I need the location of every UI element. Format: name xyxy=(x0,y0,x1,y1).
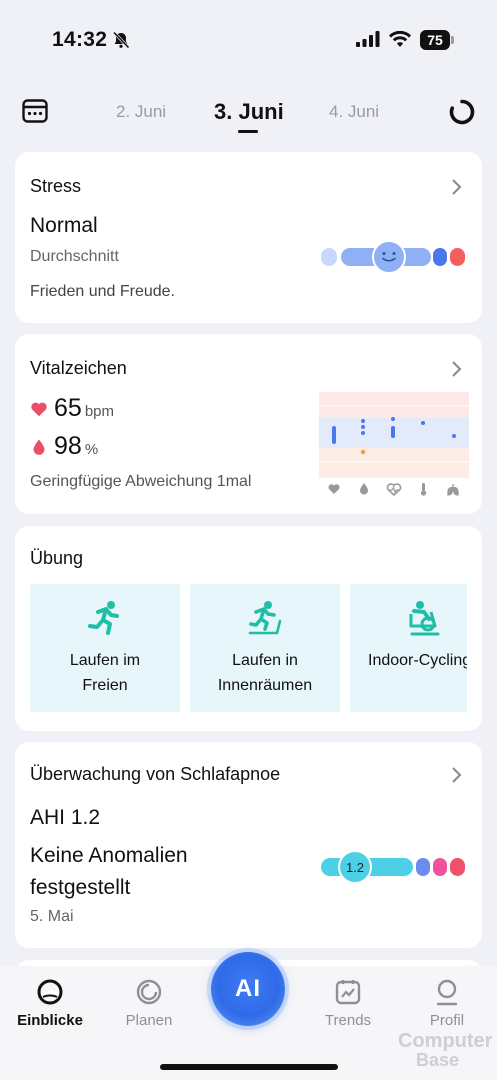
ai-label: AI xyxy=(235,975,261,1002)
vitals-point xyxy=(452,434,456,438)
heart-icon xyxy=(31,402,47,417)
vitals-point xyxy=(421,421,425,425)
stress-card[interactable]: Stress Normal Durchschnitt Frieden und F… xyxy=(15,152,482,323)
trends-icon xyxy=(335,980,361,1005)
sleep-apnea-title: Überwachung von Schlafapnoe xyxy=(30,764,281,784)
exercise-tile-indoor-cycling[interactable]: Indoor-Cycling xyxy=(350,584,467,712)
cellular-signal-icon xyxy=(356,31,380,47)
bell-muted-icon xyxy=(112,31,130,49)
stress-subtitle: Durchschnitt xyxy=(30,248,119,265)
tab-label: Trends xyxy=(324,1012,372,1029)
stress-description: Frieden und Freude. xyxy=(30,283,175,300)
apnea-date: 5. Mai xyxy=(30,908,74,925)
date-prev[interactable]: 2. Juni xyxy=(116,102,166,122)
sleep-apnea-card[interactable]: Überwachung von Schlafapnoe AHI 1.2 Kein… xyxy=(15,742,482,948)
battery-indicator: 75 xyxy=(420,30,454,50)
sync-icon[interactable] xyxy=(448,98,476,126)
watermark-line2: Base xyxy=(416,1050,460,1070)
vitals-point xyxy=(391,426,395,438)
vitals-title: Vitalzeichen xyxy=(30,358,127,378)
vitals-card[interactable]: Vitalzeichen 65 bpm 98 % Geringfügige Ab… xyxy=(15,334,482,514)
running-outdoor-icon xyxy=(88,601,119,635)
exercise-label: Laufen in Innenräumen xyxy=(217,652,313,694)
date-navigation: 2. Juni 3. Juni 4. Juni xyxy=(0,90,497,140)
vitals-point xyxy=(391,417,395,421)
exercise-title: Übung xyxy=(30,548,84,568)
profile-icon xyxy=(436,979,458,1006)
apnea-marker-label: 1.2 xyxy=(346,860,364,875)
tab-trends[interactable]: Trends xyxy=(308,978,388,1032)
chevron-right-icon[interactable] xyxy=(450,178,462,196)
spo2-row: 98 % xyxy=(30,432,98,462)
exercise-tile-treadmill[interactable]: Laufen in Innenräumen xyxy=(190,584,340,712)
indoor-cycling-icon xyxy=(409,601,440,636)
stress-scale-high xyxy=(450,248,465,266)
spo2-value: 98 xyxy=(54,432,82,460)
insights-icon xyxy=(37,979,63,1005)
stress-scale-medium xyxy=(433,248,447,266)
spo2-unit: % xyxy=(84,441,99,458)
vitals-point xyxy=(361,431,365,435)
drop-icon xyxy=(360,483,368,495)
plan-icon xyxy=(136,979,162,1005)
stress-level: Normal xyxy=(30,214,98,237)
battery-cap xyxy=(451,36,454,44)
date-current-indicator xyxy=(238,130,258,133)
apnea-scale-mild xyxy=(416,858,430,876)
vitals-note: Geringfügige Abweichung 1mal xyxy=(30,473,252,490)
ai-assistant-button[interactable]: AI xyxy=(211,952,285,1026)
exercise-label: Indoor-Cycling xyxy=(368,652,467,669)
tab-label: Planen xyxy=(125,1012,173,1029)
vitals-point xyxy=(361,419,365,423)
vitals-mini-chart xyxy=(319,392,469,497)
heart-rate-row: 65 bpm xyxy=(30,394,114,424)
chevron-right-icon[interactable] xyxy=(450,766,462,784)
apnea-scale-severe xyxy=(450,858,465,876)
thermometer-icon xyxy=(422,483,425,491)
status-bar: 14:32 75 xyxy=(0,0,497,80)
heart-rate-value: 65 xyxy=(54,394,82,422)
blood-drop-icon xyxy=(33,439,45,455)
vitals-anomaly-point xyxy=(360,449,366,455)
stress-title: Stress xyxy=(30,176,82,196)
heart-rate-unit: bpm xyxy=(84,403,114,420)
treadmill-icon xyxy=(248,601,282,635)
apnea-status: Keine Anomalien festgestellt xyxy=(30,844,188,899)
battery-level: 75 xyxy=(420,30,450,50)
lungs-icon xyxy=(447,484,459,496)
tab-insights[interactable]: Einblicke xyxy=(10,978,90,1032)
exercise-list[interactable]: Laufen im Freien Laufen in Innenräumen I… xyxy=(30,584,467,712)
ahi-value: AHI 1.2 xyxy=(30,806,101,829)
apnea-scale: 1.2 xyxy=(321,850,465,884)
stress-face-marker xyxy=(372,240,406,274)
stress-scale xyxy=(321,240,465,274)
exercise-card: Übung Laufen im Freien Laufen in Innenrä… xyxy=(15,526,482,731)
date-current[interactable]: 3. Juni xyxy=(214,99,284,125)
watermark-logo: Computer Base xyxy=(386,1024,492,1074)
date-next[interactable]: 4. Juni xyxy=(329,102,379,122)
exercise-label: Laufen im Freien xyxy=(69,652,141,694)
tab-label: Einblicke xyxy=(17,1012,83,1029)
wifi-icon xyxy=(389,30,411,47)
tab-plan[interactable]: Planen xyxy=(109,978,189,1032)
calendar-icon[interactable] xyxy=(22,98,48,124)
chevron-right-icon[interactable] xyxy=(450,360,462,378)
status-time: 14:32 xyxy=(52,28,108,51)
home-indicator[interactable] xyxy=(160,1064,338,1070)
apnea-scale-moderate xyxy=(433,858,447,876)
exercise-tile-outdoor-run[interactable]: Laufen im Freien xyxy=(30,584,180,712)
vitals-point xyxy=(332,426,336,444)
vitals-point xyxy=(361,425,365,429)
stress-scale-relaxed xyxy=(321,248,337,266)
heart-icon xyxy=(328,484,340,494)
